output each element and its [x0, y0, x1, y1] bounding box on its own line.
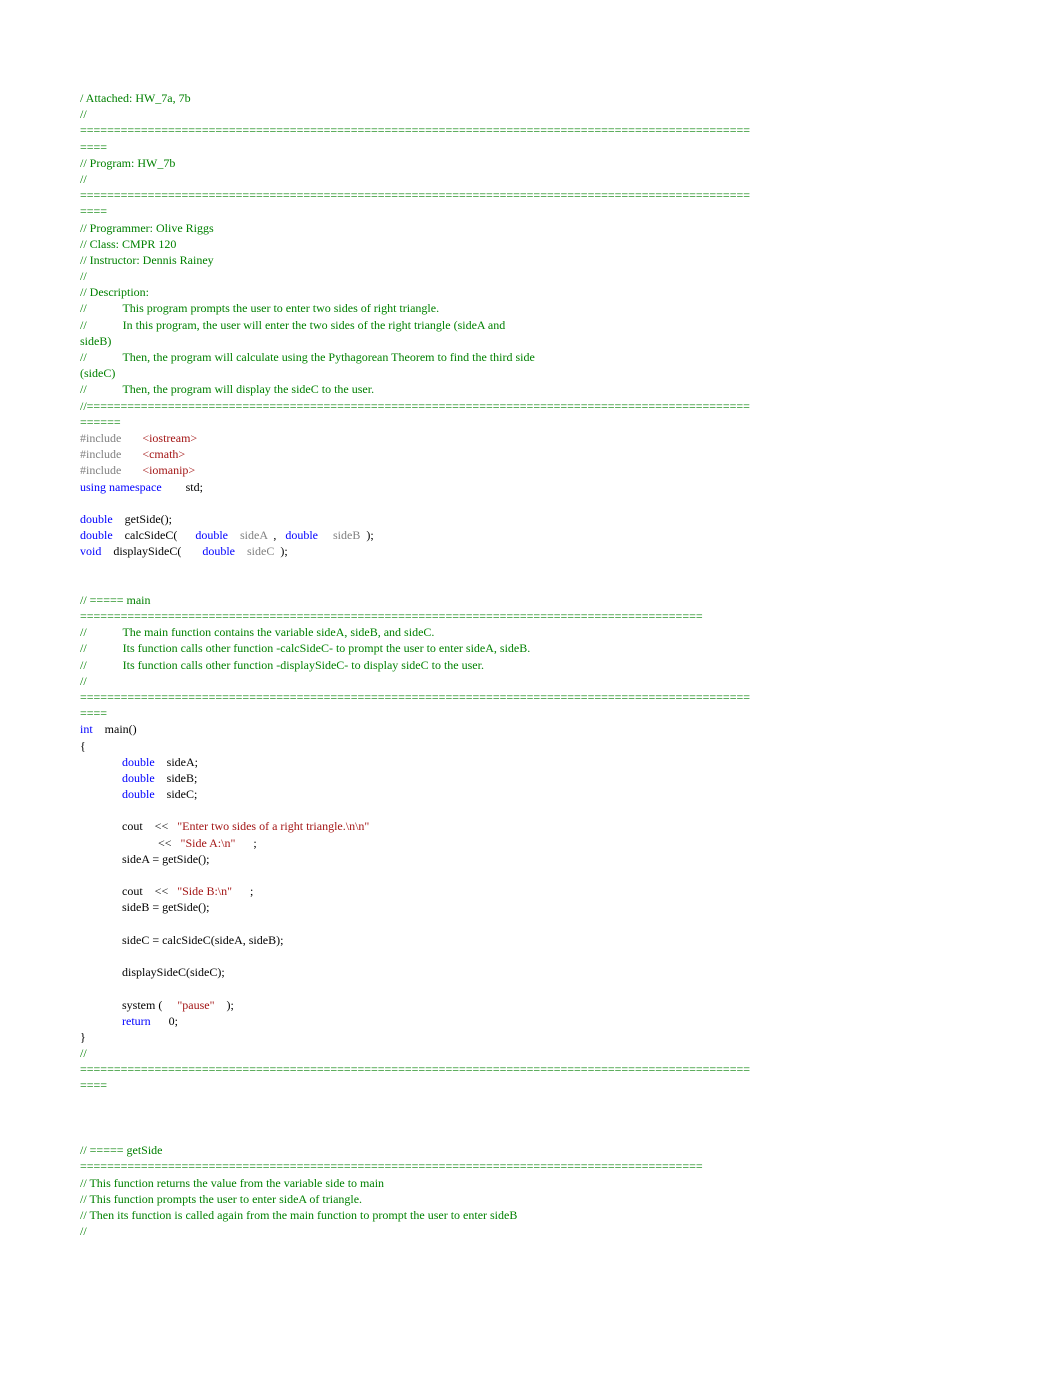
code: sideB;	[167, 771, 198, 785]
comment: // Class: CMPR 120	[80, 237, 176, 251]
include: #include	[80, 463, 121, 477]
type: double	[80, 512, 113, 526]
string: "Side B:\n"	[177, 884, 232, 898]
type: void	[80, 544, 101, 558]
rule: ========================================…	[80, 609, 703, 623]
rule: ======	[80, 415, 121, 429]
comment: //	[80, 269, 87, 283]
op: <<	[155, 884, 169, 898]
comment: //	[80, 318, 87, 332]
section: // ===== main	[80, 593, 151, 607]
comment: // This function prompts the user to ent…	[80, 1192, 362, 1206]
code: sideC = calcSideC(sideA, sideB);	[122, 933, 283, 947]
comment: // Then its function is called again fro…	[80, 1208, 517, 1222]
comment: // Instructor: Dennis Rainey	[80, 253, 214, 267]
rule: ====	[80, 140, 107, 154]
comment: //======================================…	[80, 399, 750, 413]
keyword: return	[122, 1014, 151, 1028]
comment: //	[80, 172, 87, 186]
comment: //	[80, 1046, 87, 1060]
code-block: / Attached: HW_7a, 7b // ===============…	[80, 90, 982, 1239]
rule: ====	[80, 706, 107, 720]
code: calcSideC(	[125, 528, 178, 542]
code: displaySideC(sideC);	[122, 965, 225, 979]
code: ,	[273, 528, 276, 542]
comment: In this program, the user will enter the…	[123, 318, 506, 332]
code: cout	[122, 884, 143, 898]
code: getSide();	[125, 512, 172, 526]
string: "pause"	[177, 998, 214, 1012]
code: );	[366, 528, 373, 542]
include: #include	[80, 431, 121, 445]
type: double	[202, 544, 235, 558]
comment: / Attached: HW_7a, 7b	[80, 91, 191, 105]
include: #include	[80, 447, 121, 461]
code: displaySideC(	[113, 544, 181, 558]
code: ;	[253, 836, 256, 850]
rule: ====	[80, 1078, 107, 1092]
rule: ========================================…	[80, 123, 750, 137]
code: system (	[122, 998, 162, 1012]
comment: sideB)	[80, 334, 111, 348]
comment: //	[80, 674, 87, 688]
rule: ========================================…	[80, 1062, 750, 1076]
code: ;	[250, 884, 253, 898]
keyword: using namespace	[80, 480, 162, 494]
type: double	[122, 755, 155, 769]
comment: Then, the program will calculate using t…	[122, 350, 534, 364]
comment: // Program: HW_7b	[80, 156, 175, 170]
brace: {	[80, 739, 86, 753]
header: <iomanip>	[142, 463, 195, 477]
comment: The main function contains the variable …	[122, 625, 434, 639]
section: // ===== getSide	[80, 1143, 163, 1157]
comment: Its function calls other function -calcS…	[123, 641, 531, 655]
code: sideA = getSide();	[122, 852, 209, 866]
comment: //	[80, 382, 87, 396]
code: sideC;	[167, 787, 198, 801]
op: <<	[155, 819, 169, 833]
type: int	[80, 722, 93, 736]
comment: // This function returns the value from …	[80, 1176, 384, 1190]
type: double	[122, 787, 155, 801]
comment: //	[80, 658, 87, 672]
rule: ====	[80, 204, 107, 218]
string: "Side A:\n"	[181, 836, 236, 850]
param: sideA	[240, 528, 267, 542]
type: double	[195, 528, 228, 542]
string: "Enter two sides of a right triangle.\n\…	[177, 819, 369, 833]
rule: ========================================…	[80, 690, 750, 704]
code: main()	[105, 722, 137, 736]
code: std;	[186, 480, 203, 494]
rule: ========================================…	[80, 188, 750, 202]
comment: This program prompts the user to enter t…	[122, 301, 439, 315]
param: sideC	[247, 544, 274, 558]
header: <cmath>	[142, 447, 185, 461]
type: double	[80, 528, 113, 542]
comment: //	[80, 107, 87, 121]
comment: // Description:	[80, 285, 149, 299]
comment: //	[80, 301, 87, 315]
comment: //	[80, 1224, 87, 1238]
type: double	[285, 528, 318, 542]
comment: // Programmer: Olive Riggs	[80, 221, 214, 235]
comment: Then, the program will display the sideC…	[122, 382, 374, 396]
code: 0;	[169, 1014, 178, 1028]
comment: //	[80, 641, 87, 655]
code: sideB = getSide();	[122, 900, 209, 914]
comment: //	[80, 350, 87, 364]
param: sideB	[333, 528, 360, 542]
op: <<	[158, 836, 172, 850]
header: <iostream>	[142, 431, 197, 445]
code: sideA;	[167, 755, 198, 769]
type: double	[122, 771, 155, 785]
comment: //	[80, 625, 87, 639]
rule: ========================================…	[80, 1159, 703, 1173]
code: );	[280, 544, 287, 558]
brace: }	[80, 1030, 86, 1044]
code: cout	[122, 819, 143, 833]
comment: Its function calls other function -displ…	[123, 658, 484, 672]
code: );	[226, 998, 233, 1012]
comment: (sideC)	[80, 366, 115, 380]
